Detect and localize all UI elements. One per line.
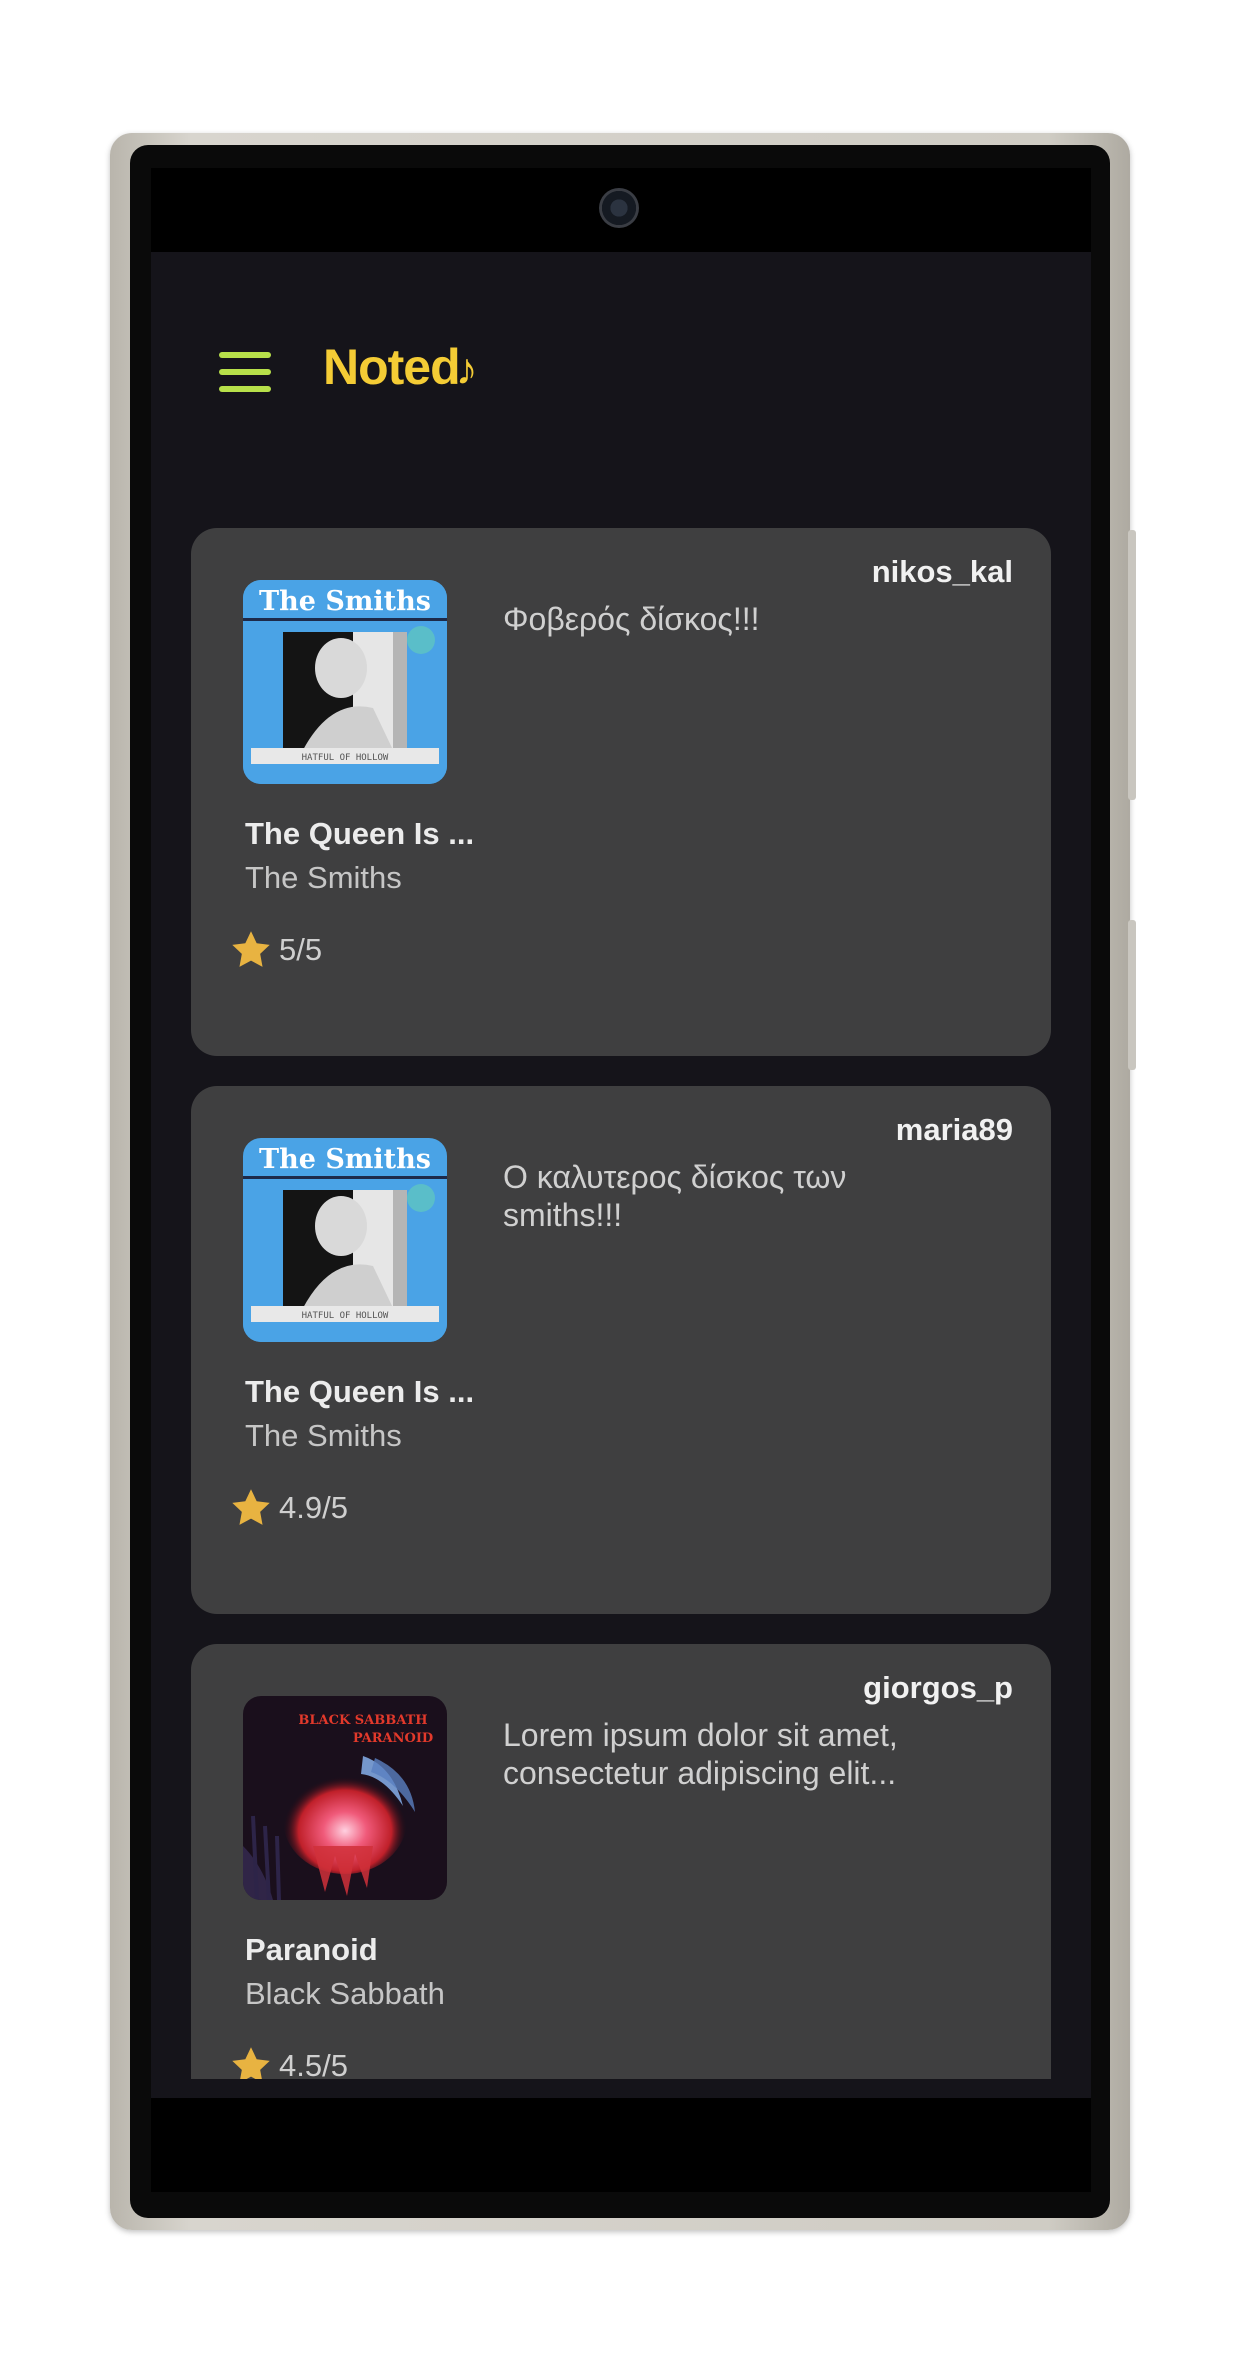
album-cover[interactable]: BLACK SABBATH PARANOID [243, 1696, 447, 1900]
album-title: Paranoid [245, 1932, 378, 1967]
cover-album-name: PARANOID [353, 1731, 433, 1746]
review-card[interactable]: giorgos_p BLACK SABBATH PARANOID Lorem i… [191, 1644, 1051, 2079]
album-cover-the-smiths-icon: The Smiths HATFUL OF HOLLOW [243, 1138, 447, 1342]
review-username[interactable]: maria89 [896, 1112, 1013, 1148]
review-card[interactable]: nikos_kal The Smiths HATFUL OF HOLLOW Φο… [191, 528, 1051, 1056]
cover-band-name: BLACK SABBATH [298, 1713, 427, 1728]
review-username[interactable]: giorgos_p [863, 1670, 1013, 1706]
star-icon [232, 1489, 270, 1525]
power-button [1128, 920, 1136, 1070]
album-cover[interactable]: The Smiths HATFUL OF HOLLOW [243, 1138, 447, 1342]
hamburger-menu-icon[interactable] [219, 352, 271, 392]
phone-screen: Noted♪ nikos_kal The Smiths HATFUL OF HO… [151, 168, 1091, 2192]
cover-caption: HATFUL OF HOLLOW [302, 1311, 389, 1321]
review-comment: Φοβερός δίσκος!!! [503, 601, 760, 637]
rating-value: 5/5 [279, 932, 323, 967]
star-icon [232, 2047, 270, 2079]
album-title: The Queen Is ... [245, 816, 475, 851]
album-cover[interactable]: The Smiths HATFUL OF HOLLOW [243, 580, 447, 784]
review-comment: Lorem ipsum dolor sit amet, consectetur … [503, 1717, 898, 1791]
navigation-bar [151, 2098, 1091, 2192]
volume-button [1128, 530, 1136, 800]
album-title: The Queen Is ... [245, 1374, 475, 1409]
rating: 5/5 [229, 926, 322, 974]
cover-band-name: The Smiths [259, 586, 431, 617]
rating-value: 4.9/5 [279, 1490, 348, 1525]
review-comment: Ο καλυτερος δίσκος των smiths!!! [503, 1159, 847, 1233]
review-card[interactable]: maria89 The Smiths HATFUL OF HOLLOW Ο κα… [191, 1086, 1051, 1614]
rating-value: 4.5/5 [279, 2048, 348, 2079]
front-camera-icon [599, 188, 639, 228]
rating: 4.5/5 [229, 2042, 348, 2079]
review-username[interactable]: nikos_kal [872, 554, 1013, 590]
album-artist: The Smiths [245, 1418, 402, 1453]
rating: 4.9/5 [229, 1484, 348, 1532]
music-note-icon: ♪ [455, 345, 478, 394]
app-title-text: Noted [323, 339, 461, 395]
review-feed[interactable]: nikos_kal The Smiths HATFUL OF HOLLOW Φο… [191, 528, 1051, 2079]
cover-caption: HATFUL OF HOLLOW [302, 753, 389, 763]
app-title: Noted♪ [323, 338, 478, 396]
cover-band-name: The Smiths [259, 1144, 431, 1175]
album-artist: Black Sabbath [245, 1976, 445, 2011]
status-bar [151, 168, 1091, 252]
star-icon [232, 931, 270, 967]
album-cover-the-smiths-icon: The Smiths HATFUL OF HOLLOW [243, 580, 447, 784]
app-bar: Noted♪ [151, 252, 1091, 472]
album-artist: The Smiths [245, 860, 402, 895]
album-cover-paranoid-icon: BLACK SABBATH PARANOID [243, 1696, 447, 1900]
